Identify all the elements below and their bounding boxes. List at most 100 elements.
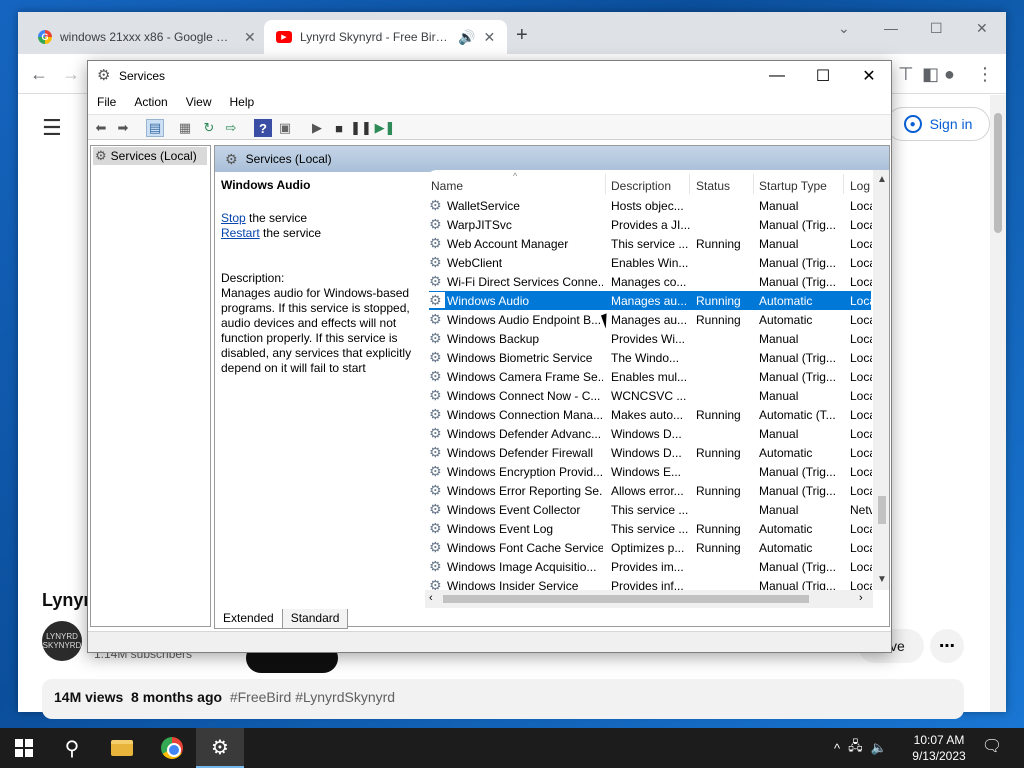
browser-tab-google[interactable]: G windows 21xxx x86 - Google Sear ✕: [26, 20, 268, 54]
scrollbar-thumb[interactable]: [443, 595, 809, 603]
show-hidden-icons-icon[interactable]: ^: [834, 741, 840, 756]
scroll-right-icon[interactable]: ›: [859, 592, 863, 604]
channel-avatar[interactable]: LYNYRD SKYNYRD: [42, 621, 82, 661]
service-row[interactable]: ⚙ Windows Backup Provides Wi... Manual Loca: [429, 329, 872, 348]
service-row[interactable]: ⚙ Web Account Manager This service ... Runn…: [429, 234, 872, 253]
menu-action[interactable]: Action: [125, 95, 176, 109]
service-row[interactable]: ⚙ Windows Audio Manages au... Running Automa…: [429, 291, 872, 310]
services-taskbar-button[interactable]: ⚙: [196, 728, 244, 768]
service-row[interactable]: ⚙ Windows Font Cache Service Optimizes p..…: [429, 538, 872, 557]
service-row[interactable]: ⚙ Windows Connect Now - C... WCNCSVC ... Ma…: [429, 386, 872, 405]
hashtags[interactable]: #FreeBird #LynyrdSkynyrd: [230, 689, 395, 705]
vertical-scrollbar[interactable]: ▲ ▼: [873, 170, 889, 590]
service-row[interactable]: ⚙ WarpJITSvc Provides a JI... Manual (Trig.…: [429, 215, 872, 234]
refresh-icon[interactable]: ↻: [200, 119, 218, 137]
services-titlebar[interactable]: ⚙ Services — ☐ ✕: [88, 61, 891, 91]
restart-service-icon[interactable]: ▶❚: [375, 119, 396, 137]
back-icon[interactable]: ←: [30, 64, 48, 85]
column-header-startup-type[interactable]: Startup Type: [759, 179, 827, 193]
notifications-icon[interactable]: 🗨: [980, 736, 1004, 760]
video-description-box[interactable]: 14M views 8 months ago #FreeBird #Lynyrd…: [42, 679, 964, 719]
maximize-icon[interactable]: ☐: [930, 20, 943, 37]
horizontal-scrollbar[interactable]: ‹ ›: [425, 590, 873, 608]
column-header-status[interactable]: Status: [696, 179, 730, 193]
minimize-icon[interactable]: —: [884, 20, 898, 36]
help-icon[interactable]: ?: [254, 119, 272, 137]
column-header-log-on-as[interactable]: Log: [850, 179, 870, 193]
more-actions-button[interactable]: ⋯: [930, 629, 964, 663]
menu-view[interactable]: View: [177, 95, 221, 109]
service-row[interactable]: ⚙ Windows Biometric Service The Windo... Ma…: [429, 348, 872, 367]
properties-icon[interactable]: ▦: [176, 119, 194, 137]
service-row[interactable]: ⚙ Windows Connection Mana... Makes auto...…: [429, 405, 872, 424]
volume-muted-icon[interactable]: 🔈: [871, 740, 887, 756]
tree-item-services-local[interactable]: ⚙ Services (Local): [93, 147, 207, 165]
sign-in-button[interactable]: ● Sign in: [886, 107, 990, 141]
scrollbar-thumb[interactable]: [878, 496, 886, 524]
scroll-up-icon[interactable]: ▲: [877, 174, 887, 185]
service-row[interactable]: ⚙ Windows Insider Service Provides inf... M…: [429, 576, 872, 590]
file-explorer-button[interactable]: [98, 728, 146, 768]
service-row[interactable]: ⚙ Windows Defender Firewall Windows D... Ru…: [429, 443, 872, 462]
export-list-icon[interactable]: ⇨: [222, 119, 240, 137]
service-gear-icon: ⚙: [429, 197, 442, 213]
extensions-icon[interactable]: ⊤: [898, 64, 914, 85]
page-scrollbar[interactable]: [990, 95, 1006, 712]
tab-extended[interactable]: Extended: [214, 609, 283, 629]
service-row[interactable]: ⚙ Wi-Fi Direct Services Conne... Manages c…: [429, 272, 872, 291]
audio-playing-icon[interactable]: 🔊: [458, 29, 475, 46]
search-button[interactable]: ⚲: [48, 728, 96, 768]
column-separator[interactable]: [843, 174, 844, 194]
column-separator[interactable]: [605, 174, 606, 194]
column-header-description[interactable]: Description: [611, 179, 671, 193]
console-icon[interactable]: ▣: [276, 119, 294, 137]
stop-link[interactable]: Stop: [221, 211, 246, 225]
service-row[interactable]: ⚙ Windows Event Log This service ... Runnin…: [429, 519, 872, 538]
service-row[interactable]: ⚙ Windows Camera Frame Se... Enables mul..…: [429, 367, 872, 386]
service-row[interactable]: ⚙ WebClient Enables Win... Manual (Trig... L…: [429, 253, 872, 272]
forward-icon[interactable]: →: [62, 64, 80, 85]
close-icon[interactable]: ✕: [976, 20, 988, 37]
new-tab-button[interactable]: +: [516, 24, 528, 47]
close-tab-icon[interactable]: ✕: [244, 29, 256, 46]
pause-service-icon[interactable]: ❚❚: [350, 119, 372, 137]
start-button[interactable]: [0, 728, 48, 768]
tab-search-icon[interactable]: ⌄: [838, 20, 850, 37]
menu-help[interactable]: Help: [221, 95, 264, 109]
back-arrow-icon[interactable]: ⬅: [92, 119, 110, 137]
service-row[interactable]: ⚙ Windows Error Reporting Se... Allows err…: [429, 481, 872, 500]
scroll-left-icon[interactable]: ‹: [429, 592, 433, 604]
stop-service-icon[interactable]: ■: [330, 119, 348, 137]
service-row[interactable]: ⚙ Windows Image Acquisitio... Provides im.…: [429, 557, 872, 576]
minimize-button[interactable]: —: [754, 61, 800, 91]
show-hide-tree-icon[interactable]: ▤: [146, 119, 164, 137]
network-icon[interactable]: 🖧: [848, 737, 863, 759]
restart-link[interactable]: Restart: [221, 226, 260, 240]
profile-icon[interactable]: ●: [944, 64, 955, 85]
hamburger-menu-icon[interactable]: ☰: [42, 115, 62, 141]
browser-tab-youtube[interactable]: ▶ Lynyrd Skynyrd - Free Bird (O 🔊 ✕: [264, 20, 508, 54]
service-row[interactable]: ⚙ Windows Encryption Provid... Windows E..…: [429, 462, 872, 481]
column-separator[interactable]: [689, 174, 690, 194]
close-button[interactable]: ✕: [846, 61, 892, 91]
forward-arrow-icon[interactable]: ➡: [114, 119, 132, 137]
service-row[interactable]: ⚙ WalletService Hosts objec... Manual Loca: [429, 196, 872, 215]
tab-standard[interactable]: Standard: [281, 609, 349, 629]
service-row[interactable]: ⚙ Windows Event Collector This service ...…: [429, 500, 872, 519]
service-gear-icon: ⚙: [429, 368, 442, 384]
start-service-icon[interactable]: ▶: [308, 119, 326, 137]
column-header-name[interactable]: Name: [431, 179, 463, 193]
service-row[interactable]: ⚙ Windows Defender Advanc... Windows D... M…: [429, 424, 872, 443]
side-panel-icon[interactable]: ◧: [922, 64, 939, 85]
scroll-down-icon[interactable]: ▼: [877, 574, 887, 585]
scrollbar-thumb[interactable]: [994, 113, 1002, 233]
service-row[interactable]: ⚙ Windows Audio Endpoint B... Manages au..…: [429, 310, 872, 329]
maximize-button[interactable]: ☐: [800, 61, 846, 91]
menu-file[interactable]: File: [88, 95, 125, 109]
service-name: WalletService: [447, 199, 520, 213]
chrome-taskbar-button[interactable]: [148, 728, 196, 768]
menu-icon[interactable]: ⋮: [976, 64, 994, 85]
column-separator[interactable]: [753, 174, 754, 194]
close-tab-icon[interactable]: ✕: [483, 29, 495, 46]
clock[interactable]: 10:07 AM 9/13/2023: [904, 732, 974, 764]
